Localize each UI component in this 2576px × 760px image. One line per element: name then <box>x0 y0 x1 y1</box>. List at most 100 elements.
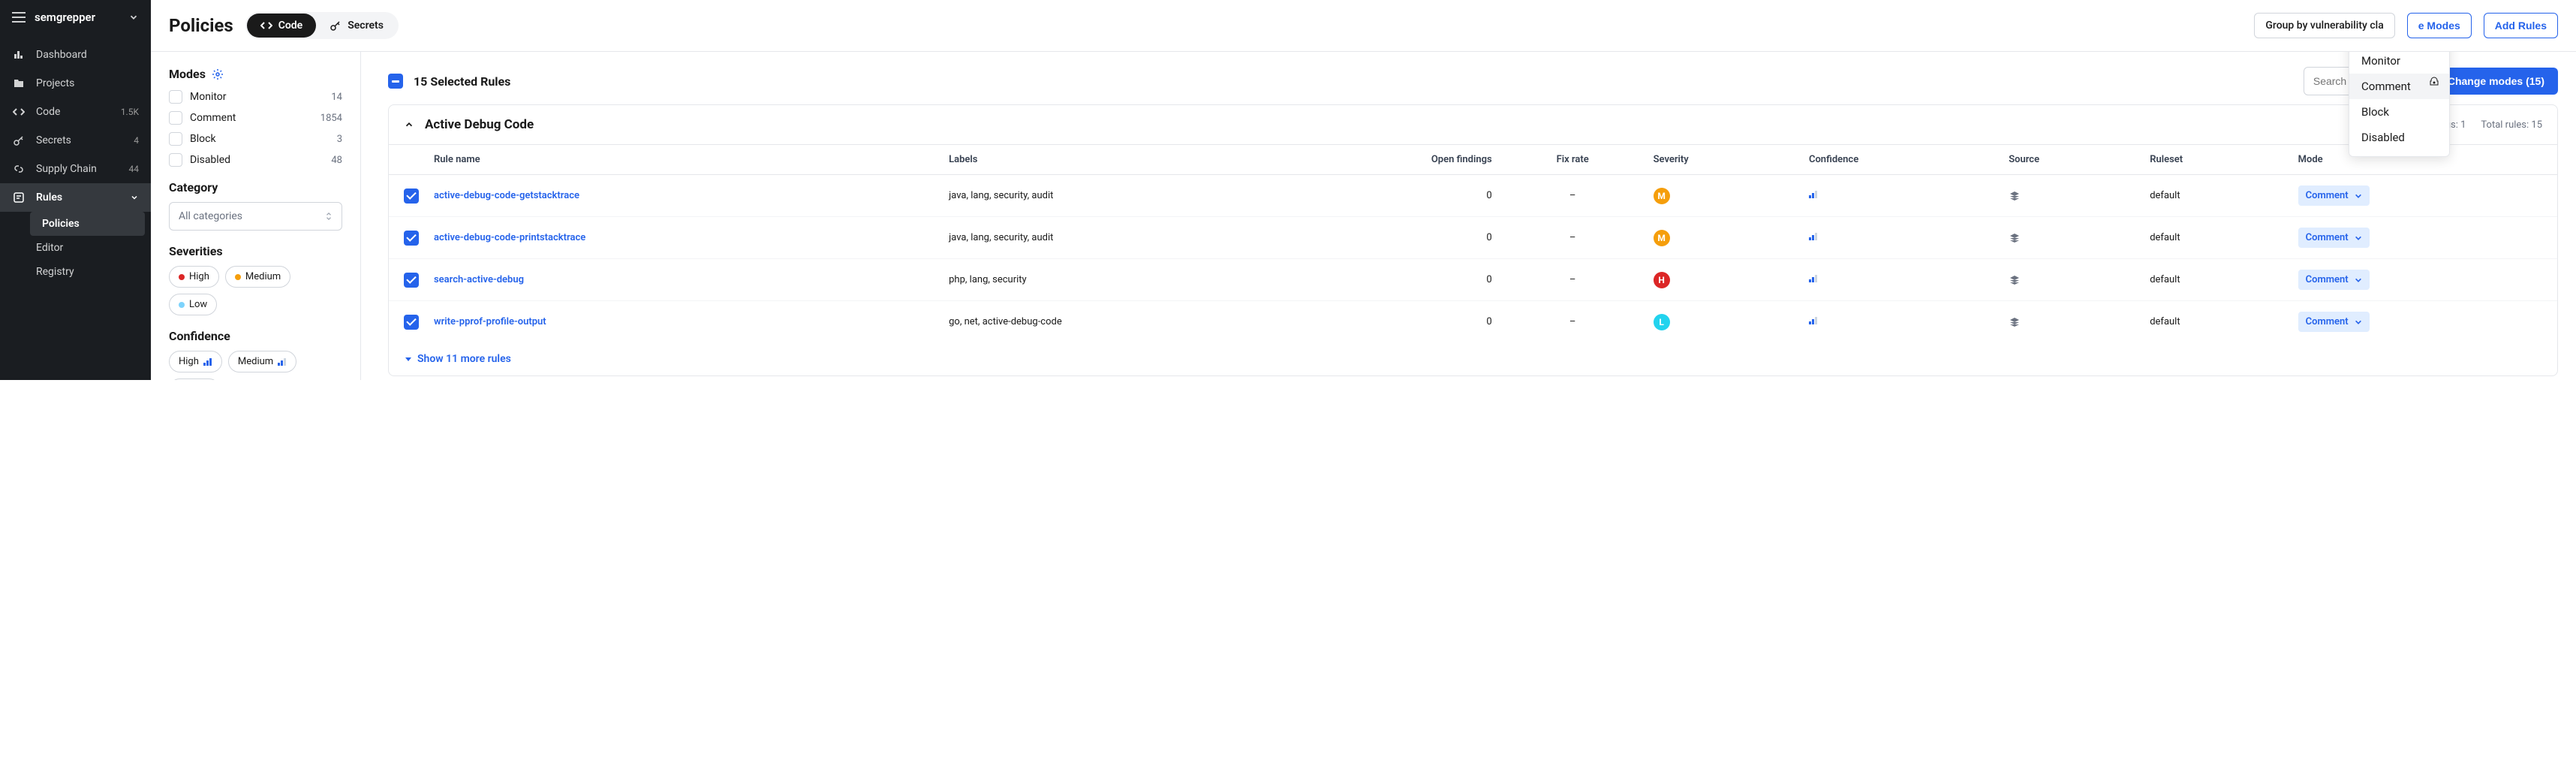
mode-badge[interactable]: Comment <box>2298 312 2370 332</box>
rule-labels: java, lang, security, audit <box>941 175 1265 217</box>
mode-badge[interactable]: Comment <box>2298 228 2370 248</box>
mode-badge[interactable]: Comment <box>2298 270 2370 290</box>
confidence-bars-icon <box>1809 317 1818 324</box>
group-by-select[interactable]: Group by vulnerability cla <box>2254 13 2394 38</box>
source-icon <box>2009 190 2135 202</box>
severity-pill-medium[interactable]: Medium <box>225 266 290 288</box>
col-open[interactable]: Open findings <box>1265 145 1499 175</box>
folder-icon <box>12 77 26 90</box>
col-ruleset[interactable]: Ruleset <box>2142 145 2290 175</box>
col-labels[interactable]: Labels <box>941 145 1265 175</box>
tab-secrets[interactable]: Secrets <box>316 14 397 38</box>
severities-filter-header: Severities <box>169 244 342 258</box>
sidebar-count: 44 <box>129 164 140 174</box>
popover-item-disabled[interactable]: Disabled <box>2349 125 2449 150</box>
cursor-icon <box>2428 77 2440 89</box>
code-icon <box>260 20 272 32</box>
checkbox[interactable] <box>169 111 182 125</box>
checkbox[interactable] <box>169 132 182 146</box>
sidebar-item-supply-chain[interactable]: Supply Chain 44 <box>0 155 151 183</box>
confidence-pill-medium[interactable]: Medium <box>228 351 296 372</box>
bars-icon <box>203 358 212 366</box>
rules-panel: 15 Selected Rules Change modes (15) Move… <box>361 52 2576 380</box>
severity-pill-low[interactable]: Low <box>169 294 217 315</box>
rule-open-findings: 0 <box>1265 217 1499 259</box>
sidebar-subitem-policies[interactable]: Policies <box>30 212 145 236</box>
rule-ruleset: default <box>2142 259 2290 301</box>
sidebar-label: Rules <box>36 192 119 204</box>
row-checkbox[interactable] <box>404 273 419 288</box>
confidence-bars-icon <box>1809 233 1818 240</box>
add-rules-button[interactable]: Add Rules <box>2484 13 2558 38</box>
sidebar-subitem-editor[interactable]: Editor <box>24 236 151 260</box>
tab-code[interactable]: Code <box>247 14 317 38</box>
key-icon <box>330 20 342 32</box>
sidebar-label: Dashboard <box>36 49 139 61</box>
rule-name-link[interactable]: write-pprof-profile-output <box>434 316 546 327</box>
popover-item-monitor[interactable]: Monitor <box>2349 52 2449 74</box>
rule-name-link[interactable]: active-debug-code-getstacktrace <box>434 190 579 201</box>
severity-pill-high[interactable]: High <box>169 266 219 288</box>
sidebar-item-rules[interactable]: Rules <box>0 183 151 212</box>
category-select[interactable]: All categories <box>169 202 342 231</box>
popover-item-block[interactable]: Block <box>2349 99 2449 125</box>
sidebar-item-projects[interactable]: Projects <box>0 69 151 98</box>
severity-badge: M <box>1654 188 1670 204</box>
sidebar-count: 1.5K <box>121 107 139 117</box>
change-modes-button[interactable]: e Modes <box>2407 13 2472 38</box>
show-more-link[interactable]: Show 11 more rules <box>389 342 2557 375</box>
dot-icon <box>235 274 241 280</box>
sidebar-item-dashboard[interactable]: Dashboard <box>0 41 151 69</box>
mode-filter-monitor[interactable]: Monitor 14 <box>169 90 342 104</box>
rule-fix-rate: – <box>1500 259 1646 301</box>
code-icon <box>12 105 26 119</box>
rule-fix-rate: – <box>1500 175 1646 217</box>
checkbox[interactable] <box>169 90 182 104</box>
sidebar-nav: Dashboard Projects Code 1.5K Secrets 4 S… <box>0 35 151 290</box>
rules-header: 15 Selected Rules Change modes (15) Move… <box>388 67 2576 95</box>
mode-filter-comment[interactable]: Comment 1854 <box>169 111 342 125</box>
chevron-up-icon <box>404 119 414 130</box>
sidebar-item-secrets[interactable]: Secrets 4 <box>0 126 151 155</box>
row-checkbox[interactable] <box>404 315 419 330</box>
link-icon <box>12 162 26 176</box>
rule-name-link[interactable]: active-debug-code-printstacktrace <box>434 232 585 243</box>
mode-badge[interactable]: Comment <box>2298 185 2370 206</box>
gear-icon[interactable] <box>212 68 224 80</box>
filter-panel: Modes Monitor 14 Comment 1854 <box>151 52 361 380</box>
sidebar-item-code[interactable]: Code 1.5K <box>0 98 151 126</box>
rule-ruleset: default <box>2142 217 2290 259</box>
group-title: Active Debug Code <box>425 117 534 132</box>
chevron-down-icon <box>2355 192 2362 200</box>
selected-count: 15 Selected Rules <box>414 74 510 89</box>
row-checkbox[interactable] <box>404 231 419 246</box>
group-header[interactable]: Active Debug Code Total findings: 1 Tota… <box>389 105 2557 145</box>
sidebar-rules-submenu: Policies Editor Registry <box>0 212 151 284</box>
row-checkbox[interactable] <box>404 188 419 204</box>
confidence-pill-low[interactable]: Low <box>169 378 220 380</box>
mode-filter-disabled[interactable]: Disabled 48 <box>169 153 342 167</box>
select-all-checkbox[interactable] <box>388 74 403 89</box>
change-modes-bulk-button[interactable]: Change modes (15) <box>2434 68 2558 95</box>
rule-ruleset: default <box>2142 301 2290 343</box>
sidebar-label: Secrets <box>36 134 123 146</box>
col-sev[interactable]: Severity <box>1646 145 1801 175</box>
category-filter-header: Category <box>169 180 342 195</box>
col-name[interactable]: Rule name <box>426 145 941 175</box>
severity-badge: M <box>1654 230 1670 246</box>
confidence-pill-high[interactable]: High <box>169 351 222 372</box>
org-switcher[interactable]: semgrepper <box>0 0 151 35</box>
table-row: active-debug-code-printstacktrace java, … <box>389 217 2557 259</box>
key-icon <box>12 134 26 147</box>
chevron-down-icon <box>128 12 139 23</box>
sidebar-subitem-registry[interactable]: Registry <box>24 260 151 284</box>
col-conf[interactable]: Confidence <box>1801 145 2001 175</box>
main: Policies Code Secrets Group by vulnerabi… <box>151 0 2576 380</box>
checkbox[interactable] <box>169 153 182 167</box>
col-src[interactable]: Source <box>2001 145 2142 175</box>
rule-labels: php, lang, security <box>941 259 1265 301</box>
rule-name-link[interactable]: search-active-debug <box>434 274 524 285</box>
mode-filter-block[interactable]: Block 3 <box>169 132 342 146</box>
col-fix[interactable]: Fix rate <box>1500 145 1646 175</box>
rule-labels: go, net, active-debug-code <box>941 301 1265 343</box>
